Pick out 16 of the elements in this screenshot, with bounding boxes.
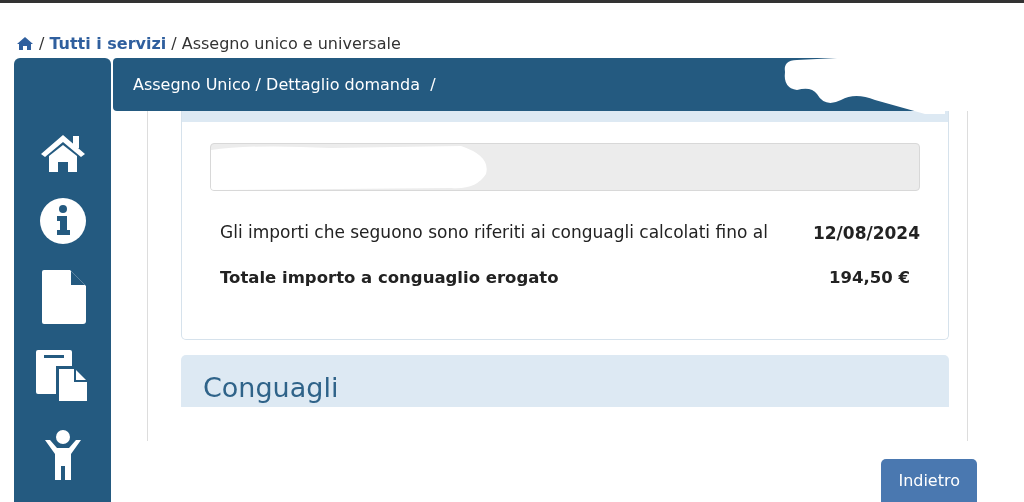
summary-label: Gli importi che seguono sono riferiti ai conguagli calcolati fino al xyxy=(220,221,769,244)
back-button[interactable]: Indietro xyxy=(881,459,977,502)
section-title: Conguagli xyxy=(203,372,339,403)
breadcrumb-current: Assegno unico e universale xyxy=(181,33,401,53)
documents-icon[interactable] xyxy=(35,350,90,404)
breadcrumb-separator: / xyxy=(171,33,177,53)
summary-label: Totale importo a conguaglio erogato xyxy=(220,267,560,289)
home-icon[interactable] xyxy=(16,35,34,51)
breadcrumb-link[interactable]: Tutti i servizi xyxy=(49,33,167,53)
child-icon[interactable] xyxy=(42,430,83,480)
info-icon[interactable] xyxy=(39,198,86,244)
summary-value: 12/08/2024 xyxy=(812,222,920,243)
breadcrumb-separator: / xyxy=(39,33,45,53)
summary-value: 194,50 € xyxy=(829,268,910,287)
document-icon[interactable] xyxy=(39,270,86,324)
header-title: Assegno Unico / Dettaglio domanda / xyxy=(132,75,436,94)
